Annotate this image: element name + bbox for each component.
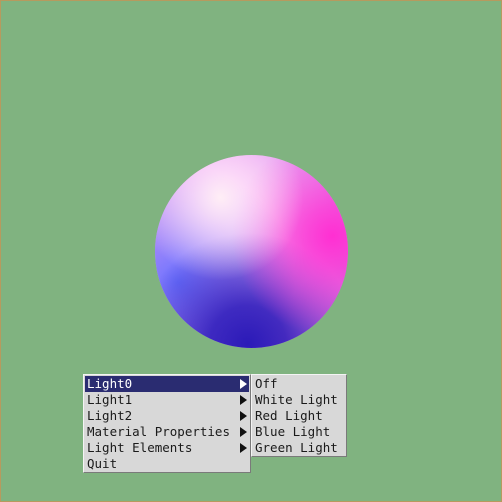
- submenu-item-red-light[interactable]: Red Light: [253, 408, 345, 424]
- submenu-item-white-light[interactable]: White Light: [253, 392, 345, 408]
- menu-item-material-properties[interactable]: Material Properties: [85, 424, 249, 440]
- menu-item-light0[interactable]: Light0: [85, 376, 249, 392]
- menu-item-label: Light2: [87, 408, 133, 423]
- submenu-item-label: Red Light: [255, 408, 323, 423]
- lit-sphere: [155, 155, 348, 348]
- menu-item-label: Light0: [87, 376, 133, 391]
- submenu-arrow-icon: [240, 379, 247, 389]
- submenu-item-off[interactable]: Off: [253, 376, 345, 392]
- menu-item-label: Quit: [87, 456, 118, 471]
- submenu-item-blue-light[interactable]: Blue Light: [253, 424, 345, 440]
- submenu-arrow-icon: [240, 395, 247, 405]
- submenu-arrow-icon: [240, 427, 247, 437]
- menu-item-quit[interactable]: Quit: [85, 456, 249, 472]
- submenu-item-green-light[interactable]: Green Light: [253, 440, 345, 456]
- menu-item-label: Light Elements: [87, 440, 193, 455]
- menu-item-light-elements[interactable]: Light Elements: [85, 440, 249, 456]
- context-menu: Light0 Light1 Light2 Material Properties…: [83, 374, 251, 473]
- submenu-item-label: White Light: [255, 392, 338, 407]
- menu-item-light1[interactable]: Light1: [85, 392, 249, 408]
- submenu-item-label: Off: [255, 376, 278, 391]
- menu-item-label: Light1: [87, 392, 133, 407]
- menu-item-light2[interactable]: Light2: [85, 408, 249, 424]
- submenu-arrow-icon: [240, 443, 247, 453]
- submenu-item-label: Blue Light: [255, 424, 331, 439]
- submenu-item-label: Green Light: [255, 440, 338, 455]
- sphere-shading: [155, 155, 348, 348]
- menu-item-label: Material Properties: [87, 424, 230, 439]
- light0-submenu: Off White Light Red Light Blue Light Gre…: [251, 374, 347, 457]
- submenu-arrow-icon: [240, 411, 247, 421]
